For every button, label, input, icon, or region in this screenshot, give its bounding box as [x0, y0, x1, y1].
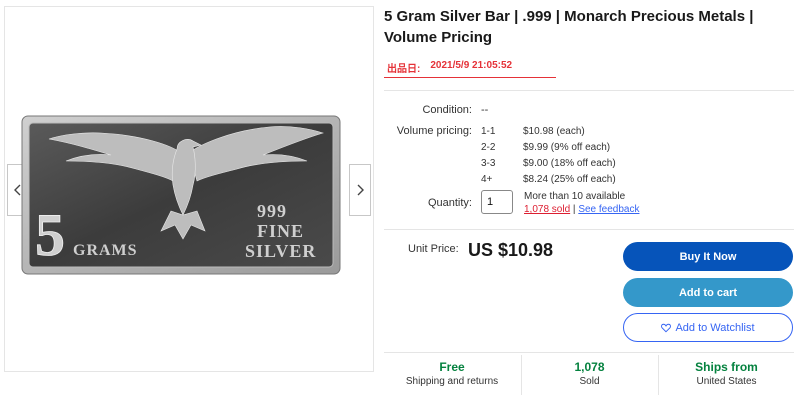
sold-count-link[interactable]: 1,078 sold	[524, 204, 570, 215]
feature-subtitle: United States	[696, 376, 757, 387]
volume-price: $9.00 (18% off each)	[523, 158, 616, 169]
volume-pricing-label: Volume pricing:	[396, 125, 472, 137]
feature-subtitle: Shipping and returns	[405, 376, 499, 387]
add-to-cart-label: Add to cart	[678, 286, 738, 299]
volume-qty: 2-2	[481, 142, 496, 153]
volume-pricing-table: 1-1 $10.98 (each) 2-2 $9.99 (9% off each…	[481, 125, 723, 189]
feature-title: Free	[439, 360, 465, 374]
condition-label: Condition:	[422, 104, 472, 116]
divider	[384, 352, 794, 353]
chevron-right-icon	[357, 184, 364, 196]
product-image[interactable]: 5 GRAMS 999 FINE SILVER	[21, 115, 341, 275]
feature-title: Ships from	[695, 360, 758, 374]
volume-pricing-row: 3-3 $9.00 (18% off each)	[481, 157, 723, 173]
volume-pricing-row: 4+ $8.24 (25% off each)	[481, 173, 723, 189]
unit-price-label: Unit Price:	[408, 243, 459, 255]
volume-pricing-row: 1-1 $10.98 (each)	[481, 125, 723, 141]
product-title: 5 Gram Silver Bar | .999 | Monarch Preci…	[384, 8, 754, 46]
next-image-button[interactable]	[349, 164, 371, 216]
feature-sold-count: 1,078 Sold	[521, 355, 657, 395]
bar-purity-text: 999	[257, 201, 287, 221]
bar-fine-text: FINE	[257, 221, 304, 241]
feature-ships-from: Ships from United States	[658, 355, 794, 395]
condition-value: --	[481, 104, 489, 116]
bar-metal-text: SILVER	[245, 241, 316, 261]
volume-price: $9.99 (9% off each)	[523, 142, 611, 153]
unit-price-value: US $10.98	[468, 240, 554, 260]
image-gallery: 5 GRAMS 999 FINE SILVER	[4, 6, 374, 372]
heart-icon	[661, 323, 672, 332]
buy-it-now-label: Buy It Now	[679, 250, 737, 263]
quantity-label: Quantity:	[427, 197, 472, 209]
add-to-watchlist-label: Add to Watchlist	[675, 321, 755, 334]
bar-unit-text: GRAMS	[73, 242, 138, 259]
divider	[384, 90, 794, 91]
volume-pricing-row: 2-2 $9.99 (9% off each)	[481, 141, 723, 157]
volume-price: $8.24 (25% off each)	[523, 174, 616, 185]
bar-big-number: 5	[35, 202, 65, 268]
feature-subtitle: Sold	[579, 376, 600, 387]
feature-free-shipping: Free Shipping and returns	[384, 355, 520, 395]
see-feedback-link[interactable]: See feedback	[578, 204, 639, 215]
sold-feedback-line: 1,078 sold | See feedback	[524, 204, 639, 215]
listed-date-value: 2021/5/9 21:05:52	[430, 60, 513, 71]
volume-qty: 3-3	[481, 158, 496, 169]
availability-text: More than 10 available	[524, 191, 626, 202]
add-to-watchlist-button[interactable]: Add to Watchlist	[623, 313, 793, 342]
item-details-panel: 5 Gram Silver Bar | .999 | Monarch Preci…	[384, 0, 800, 400]
buy-it-now-button[interactable]: Buy It Now	[623, 242, 793, 271]
volume-price: $10.98 (each)	[523, 126, 585, 137]
listed-date-row: 出品日: 2021/5/9 21:05:52	[384, 60, 556, 78]
divider	[384, 229, 794, 230]
listed-date-label: 出品日:	[387, 64, 421, 75]
add-to-cart-button[interactable]: Add to cart	[623, 278, 793, 307]
quantity-input[interactable]	[481, 190, 513, 214]
volume-qty: 4+	[481, 174, 493, 185]
silver-bar-image: 5 GRAMS 999 FINE SILVER	[21, 115, 341, 275]
volume-qty: 1-1	[481, 126, 496, 137]
feature-title: 1,078	[574, 360, 605, 374]
